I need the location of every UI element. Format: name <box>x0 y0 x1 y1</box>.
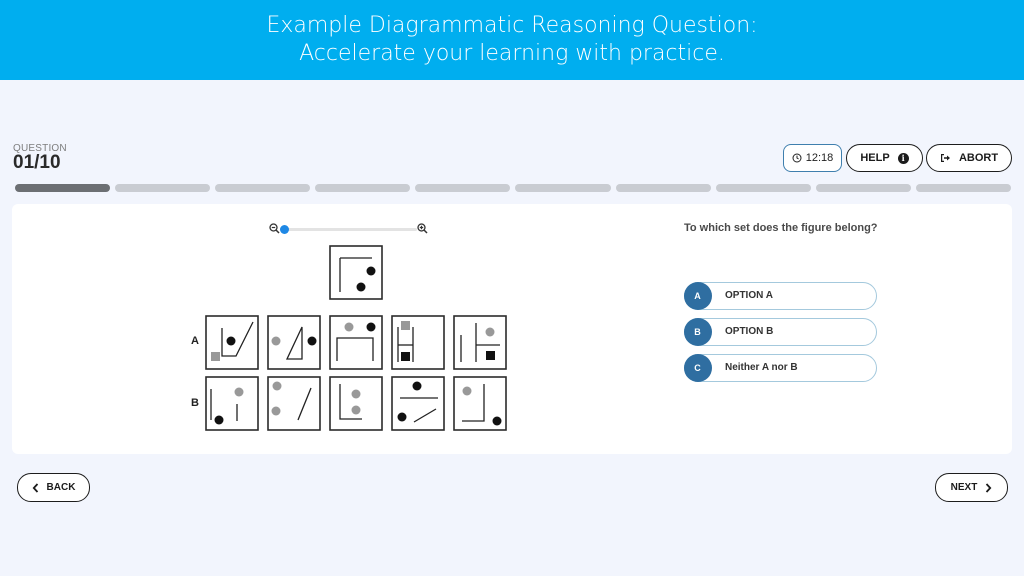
option-b-badge: B <box>683 317 712 346</box>
option-a[interactable]: A OPTION A <box>683 281 877 310</box>
zoom-slider[interactable] <box>269 222 429 236</box>
option-a-badge: A <box>683 281 712 310</box>
help-button[interactable]: HELP i <box>846 144 923 172</box>
progress-segment <box>115 184 211 192</box>
clock-icon <box>792 153 802 163</box>
progress-segment <box>315 184 411 192</box>
timer: 12:18 <box>783 144 842 172</box>
progress-segment <box>715 184 811 192</box>
help-label: HELP <box>860 152 890 164</box>
zoom-in-icon[interactable] <box>417 223 428 234</box>
exit-icon <box>940 154 950 162</box>
abort-button[interactable]: ABORT <box>926 144 1012 172</box>
progress-segment <box>415 184 511 192</box>
next-button[interactable]: NEXT <box>935 473 1008 502</box>
question-text: To which set does the figure belong? <box>684 222 878 234</box>
zoom-handle[interactable] <box>280 225 289 234</box>
abort-label: ABORT <box>958 152 999 164</box>
timer-value: 12:18 <box>805 152 834 164</box>
row-label-b: B <box>191 397 199 409</box>
option-b[interactable]: B OPTION B <box>683 317 877 346</box>
progress-segment <box>815 184 911 192</box>
zoom-out-icon[interactable] <box>269 223 280 234</box>
header-banner: Example Diagrammatic Reasoning Question:… <box>0 0 1024 80</box>
banner-title-line-1: Example Diagrammatic Reasoning Question: <box>266 13 758 38</box>
row-label-a: A <box>191 335 199 347</box>
progress-segment <box>515 184 611 192</box>
progress-segment <box>615 184 711 192</box>
progress-bar <box>15 184 1011 192</box>
option-c-label: Neither A nor B <box>725 362 798 373</box>
info-icon: i <box>897 152 909 164</box>
zoom-track[interactable] <box>281 228 417 231</box>
next-label: NEXT <box>950 482 978 493</box>
question-number: 01/10 <box>13 152 61 173</box>
progress-segment <box>915 184 1011 192</box>
option-b-label: OPTION B <box>725 326 774 337</box>
progress-segment-current <box>15 184 111 192</box>
chevron-left-icon <box>32 482 38 493</box>
back-button[interactable]: BACK <box>17 473 90 502</box>
banner-title-line-2: Accelerate your learning with practice. <box>299 41 725 66</box>
option-c-badge: C <box>683 353 712 382</box>
progress-segment <box>215 184 311 192</box>
option-c[interactable]: C Neither A nor B <box>683 353 877 382</box>
back-label: BACK <box>46 482 76 493</box>
option-a-label: OPTION A <box>725 290 773 301</box>
chevron-right-icon <box>986 482 992 493</box>
